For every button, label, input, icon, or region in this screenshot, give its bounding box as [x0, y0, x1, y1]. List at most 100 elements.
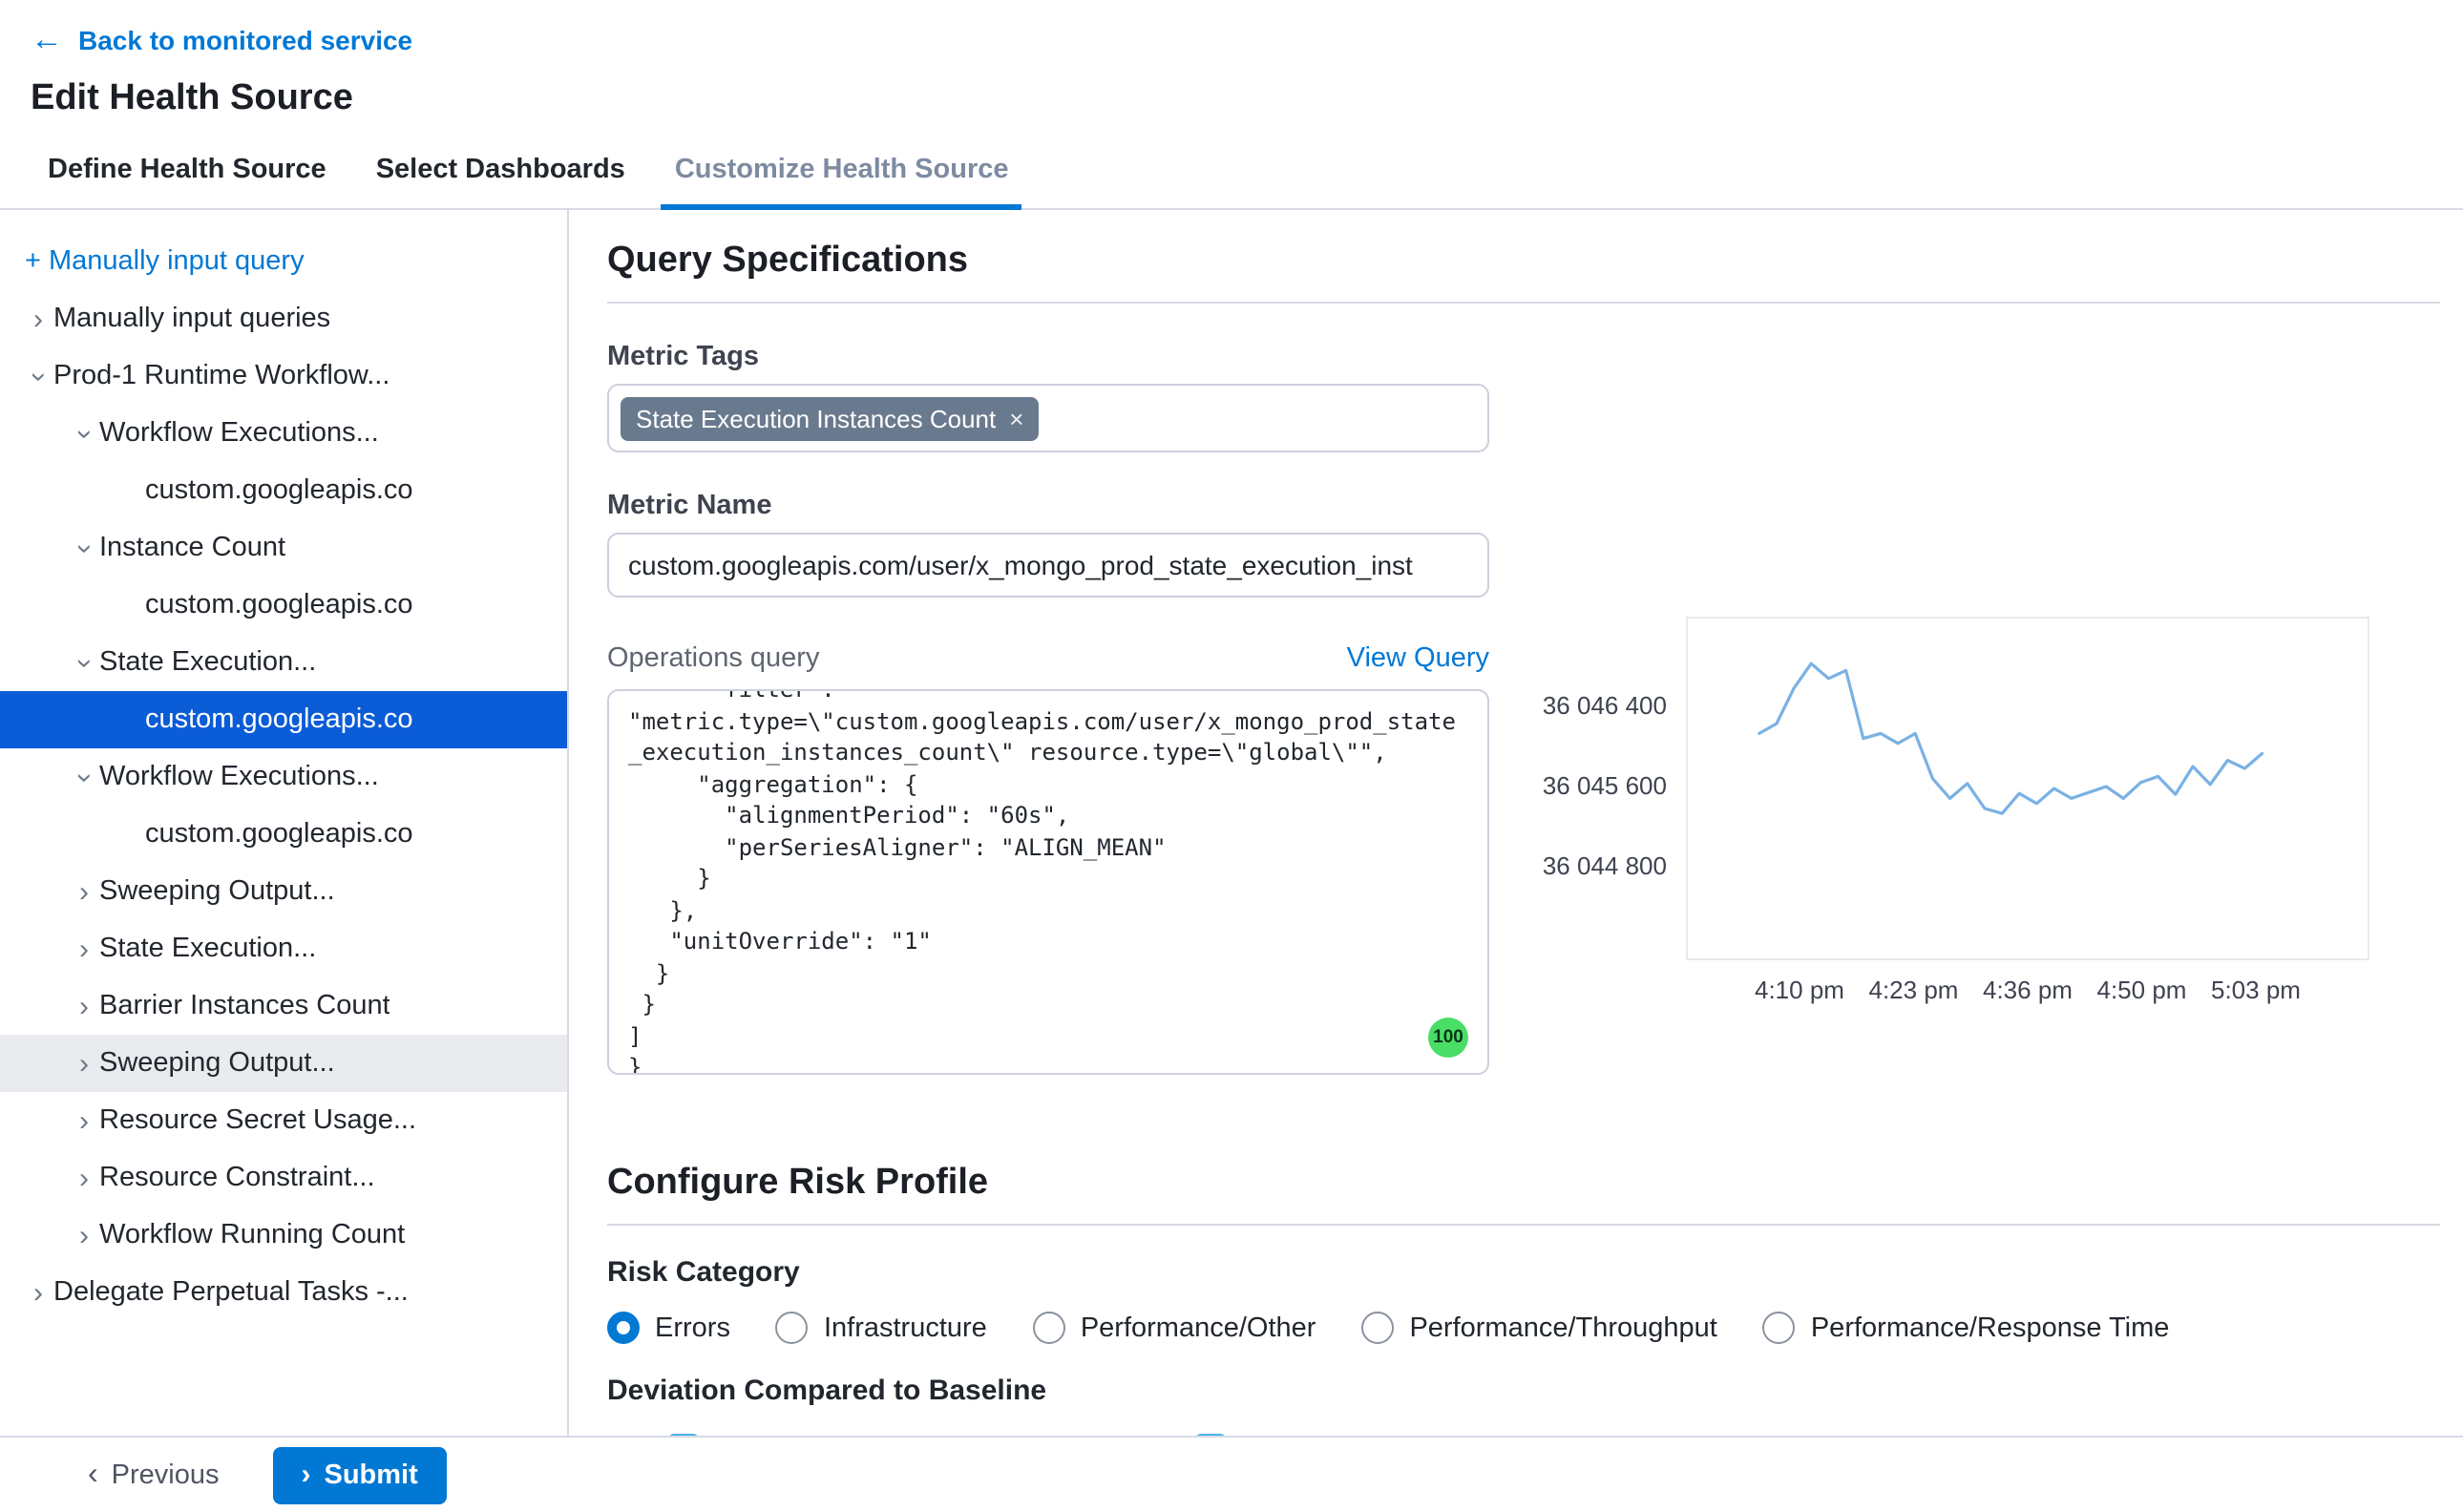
tree-item-label: Workflow Executions...	[99, 762, 379, 792]
tree-item[interactable]: Workflow Executions...	[0, 405, 567, 462]
tree-item-label: Sweeping Output...	[99, 1048, 335, 1079]
metric-tag-label: State Execution Instances Count	[636, 404, 996, 432]
tree-item[interactable]: Resource Constraint...	[0, 1149, 567, 1207]
previous-button[interactable]: ‹ Previous	[88, 1460, 220, 1490]
risk-category-label: Risk Category	[607, 1256, 2440, 1289]
risk-category-radio[interactable]: Errors	[607, 1312, 730, 1344]
remove-tag-icon[interactable]: ×	[1009, 404, 1023, 432]
tree-item[interactable]: Manually input queries	[0, 290, 567, 347]
risk-category-options: Errors Infrastructure Performance/Other …	[607, 1312, 2440, 1344]
previous-button-label: Previous	[112, 1460, 220, 1490]
risk-category-radio[interactable]: Performance/Response Time	[1763, 1312, 2170, 1344]
radio-label: Infrastructure	[824, 1312, 987, 1343]
tree-item[interactable]: custom.googleapis.co	[0, 462, 567, 519]
tree-item-label: Workflow Executions...	[99, 418, 379, 449]
tab[interactable]: Select Dashboards	[363, 155, 639, 208]
chevron-icon	[69, 1104, 99, 1137]
tree-item-label: Manually input queries	[53, 304, 330, 334]
chevron-icon	[69, 1047, 99, 1080]
tree-item-label: Resource Secret Usage...	[99, 1105, 416, 1136]
checkbox-label: Lower value is higher risk	[1243, 1434, 1555, 1436]
chevron-left-icon: ‹	[88, 1460, 98, 1490]
operations-query-row: Operations query View Query	[607, 643, 1489, 674]
chevron-icon	[69, 875, 99, 908]
back-arrow-icon: ←	[31, 23, 63, 55]
risk-category-radio[interactable]: Infrastructure	[776, 1312, 987, 1344]
submit-button[interactable]: › Submit	[273, 1446, 447, 1503]
radio-icon	[607, 1312, 640, 1344]
chevron-right-icon: ›	[302, 1460, 311, 1489]
tree-item-label: Workflow Running Count	[99, 1220, 405, 1250]
tree-item[interactable]: Barrier Instances Count	[0, 977, 567, 1035]
tree-item-label: Prod-1 Runtime Workflow...	[53, 361, 389, 391]
tab[interactable]: Customize Health Source	[662, 155, 1022, 208]
page-title: Edit Health Source	[31, 78, 2432, 120]
view-query-link[interactable]: View Query	[1347, 643, 1489, 674]
operations-query-label: Operations query	[607, 643, 819, 674]
query-sidebar: + Manually input query Manually input qu…	[0, 210, 569, 1436]
tree-item[interactable]: custom.googleapis.co	[0, 691, 567, 748]
tree-item-label: custom.googleapis.co	[145, 475, 413, 506]
tree-item-label: custom.googleapis.co	[145, 590, 413, 620]
configure-risk-profile-title: Configure Risk Profile	[607, 1163, 1489, 1205]
chart-plot-column: 4:10 pm4:23 pm4:36 pm4:50 pm5:03 pm	[1686, 617, 2369, 1004]
query-specifications-title: Query Specifications	[607, 241, 2440, 283]
radio-label: Errors	[655, 1312, 730, 1343]
tree-item[interactable]: Prod-1 Runtime Workflow...	[0, 347, 567, 405]
tree-item[interactable]: Resource Secret Usage...	[0, 1092, 567, 1149]
tree-item-label: Resource Constraint...	[99, 1163, 375, 1193]
tab[interactable]: Define Health Source	[34, 155, 340, 208]
tree-item-label: Instance Count	[99, 533, 285, 563]
wizard-footer: ‹ Previous › Submit	[0, 1436, 2463, 1512]
chevron-icon	[69, 990, 99, 1022]
y-tick-label: 36 044 800	[1543, 851, 1667, 880]
metric-tags-input[interactable]: State Execution Instances Count ×	[607, 384, 1489, 452]
chevron-icon	[23, 303, 53, 335]
operations-query-editor[interactable]: "filter": "metric.type=\"custom.googleap…	[607, 689, 1489, 1075]
risk-category-radio[interactable]: Performance/Throughput	[1361, 1312, 1716, 1344]
tree-item[interactable]: Workflow Running Count	[0, 1207, 567, 1264]
tree-item-label: State Execution...	[99, 647, 316, 678]
tree-item[interactable]: Workflow Executions...	[0, 748, 567, 806]
tree-item[interactable]: Delegate Perpetual Tasks -...	[0, 1264, 567, 1321]
chevron-icon	[23, 360, 53, 392]
chevron-icon	[69, 1162, 99, 1194]
chart-plot	[1686, 617, 2369, 960]
tree-item[interactable]: custom.googleapis.co	[0, 806, 567, 863]
chevron-icon	[69, 933, 99, 965]
section-divider	[607, 302, 2440, 304]
content-body: + Manually input query Manually input qu…	[0, 210, 2463, 1436]
tree-item[interactable]: Sweeping Output...	[0, 1035, 567, 1092]
radio-icon	[1033, 1312, 1065, 1344]
chart-x-axis: 4:10 pm4:23 pm4:36 pm4:50 pm5:03 pm	[1686, 976, 2369, 1004]
tree-item[interactable]: Instance Count	[0, 519, 567, 577]
y-tick-label: 36 046 400	[1543, 691, 1667, 720]
radio-icon	[776, 1312, 809, 1344]
back-link[interactable]: ← Back to monitored service	[31, 23, 412, 55]
back-link-label: Back to monitored service	[78, 24, 412, 54]
chevron-icon	[69, 761, 99, 793]
deviation-checkbox[interactable]: Lower value is higher risk	[1195, 1434, 1555, 1436]
risk-category-radio[interactable]: Performance/Other	[1033, 1312, 1316, 1344]
metric-name-input[interactable]	[607, 533, 1489, 598]
tree-item[interactable]: custom.googleapis.co	[0, 577, 567, 634]
app-window: ← Back to monitored service Edit Health …	[0, 0, 2463, 1512]
section-divider-2	[607, 1224, 2440, 1226]
radio-label: Performance/Other	[1081, 1312, 1316, 1343]
query-tree: Manually input queries Prod-1 Runtime Wo…	[0, 290, 567, 1321]
radio-label: Performance/Throughput	[1409, 1312, 1716, 1343]
operations-query-code: "filter": "metric.type=\"custom.googleap…	[628, 689, 1468, 1075]
add-manual-query-link[interactable]: + Manually input query	[0, 233, 567, 290]
tab-bar: Define Health Source Select Dashboards Cus…	[0, 143, 2463, 210]
tree-item-label: custom.googleapis.co	[145, 819, 413, 850]
query-records-badge: 100	[1428, 1018, 1468, 1058]
tree-item[interactable]: State Execution...	[0, 634, 567, 691]
tree-item[interactable]: State Execution...	[0, 920, 567, 977]
tree-item-label: Delegate Perpetual Tasks -...	[53, 1277, 409, 1308]
tree-item-label: custom.googleapis.co	[145, 704, 413, 735]
metric-tag-chip: State Execution Instances Count ×	[621, 396, 1039, 440]
query-fields-column: Metric Tags State Execution Instances Co…	[607, 342, 1489, 1205]
deviation-options: Higher value is higher risk Lower value …	[668, 1434, 2440, 1436]
tree-item[interactable]: Sweeping Output...	[0, 863, 567, 920]
deviation-checkbox[interactable]: Higher value is higher risk	[668, 1434, 1035, 1436]
